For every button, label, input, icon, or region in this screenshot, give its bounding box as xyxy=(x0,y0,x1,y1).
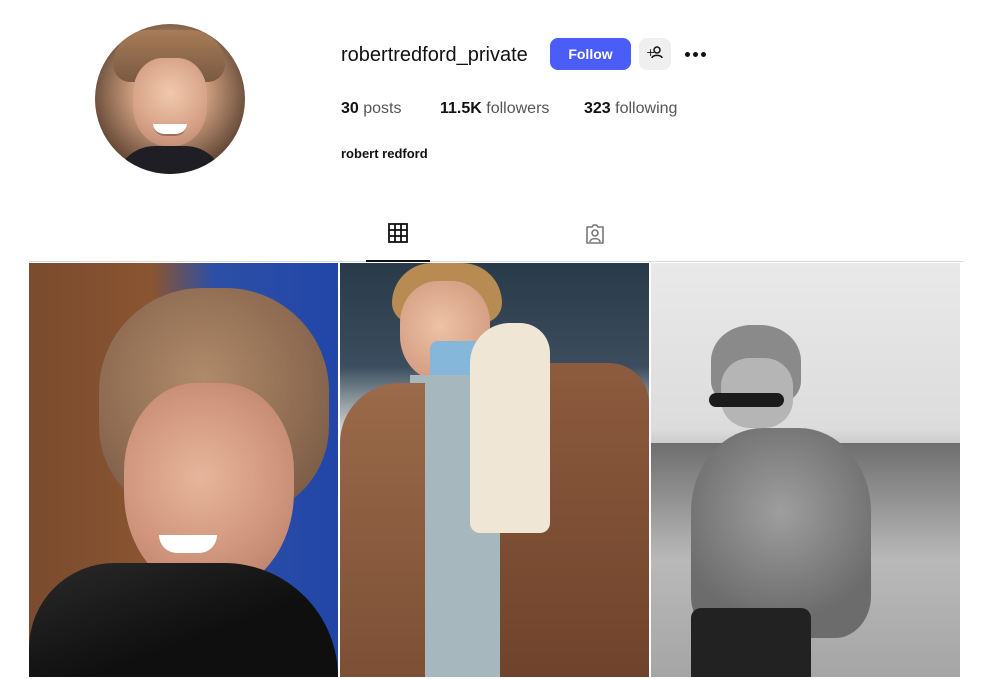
grid-icon xyxy=(387,222,409,249)
posts-count: 30 xyxy=(341,100,359,117)
posts-label: posts xyxy=(363,100,402,117)
posts-stat: 30 posts xyxy=(341,100,402,118)
following-label: following xyxy=(615,100,678,117)
followers-label: followers xyxy=(486,100,550,117)
svg-text:+: + xyxy=(646,46,655,59)
follow-button[interactable]: Follow xyxy=(550,38,631,70)
tab-posts[interactable] xyxy=(366,222,430,262)
more-options-button[interactable] xyxy=(681,38,709,70)
followers-count: 11.5K xyxy=(440,100,482,117)
following-stat[interactable]: 323 following xyxy=(584,100,677,118)
post-thumbnail[interactable] xyxy=(29,263,338,677)
following-count: 323 xyxy=(584,100,611,117)
tabs-divider xyxy=(29,261,963,262)
profile-full-name: robert redford xyxy=(341,146,428,161)
profile-username: robertredford_private xyxy=(341,44,528,66)
avatar-collar xyxy=(115,146,225,174)
add-person-icon: + xyxy=(646,45,664,64)
more-options-icon xyxy=(684,51,690,57)
tagged-icon xyxy=(583,222,607,251)
followers-stat[interactable]: 11.5K followers xyxy=(440,100,549,118)
profile-avatar[interactable] xyxy=(95,24,245,174)
tab-tagged[interactable] xyxy=(575,222,615,262)
post-thumbnail[interactable] xyxy=(340,263,649,677)
post-thumbnail[interactable] xyxy=(651,263,960,677)
suggest-accounts-button[interactable]: + xyxy=(639,38,671,70)
